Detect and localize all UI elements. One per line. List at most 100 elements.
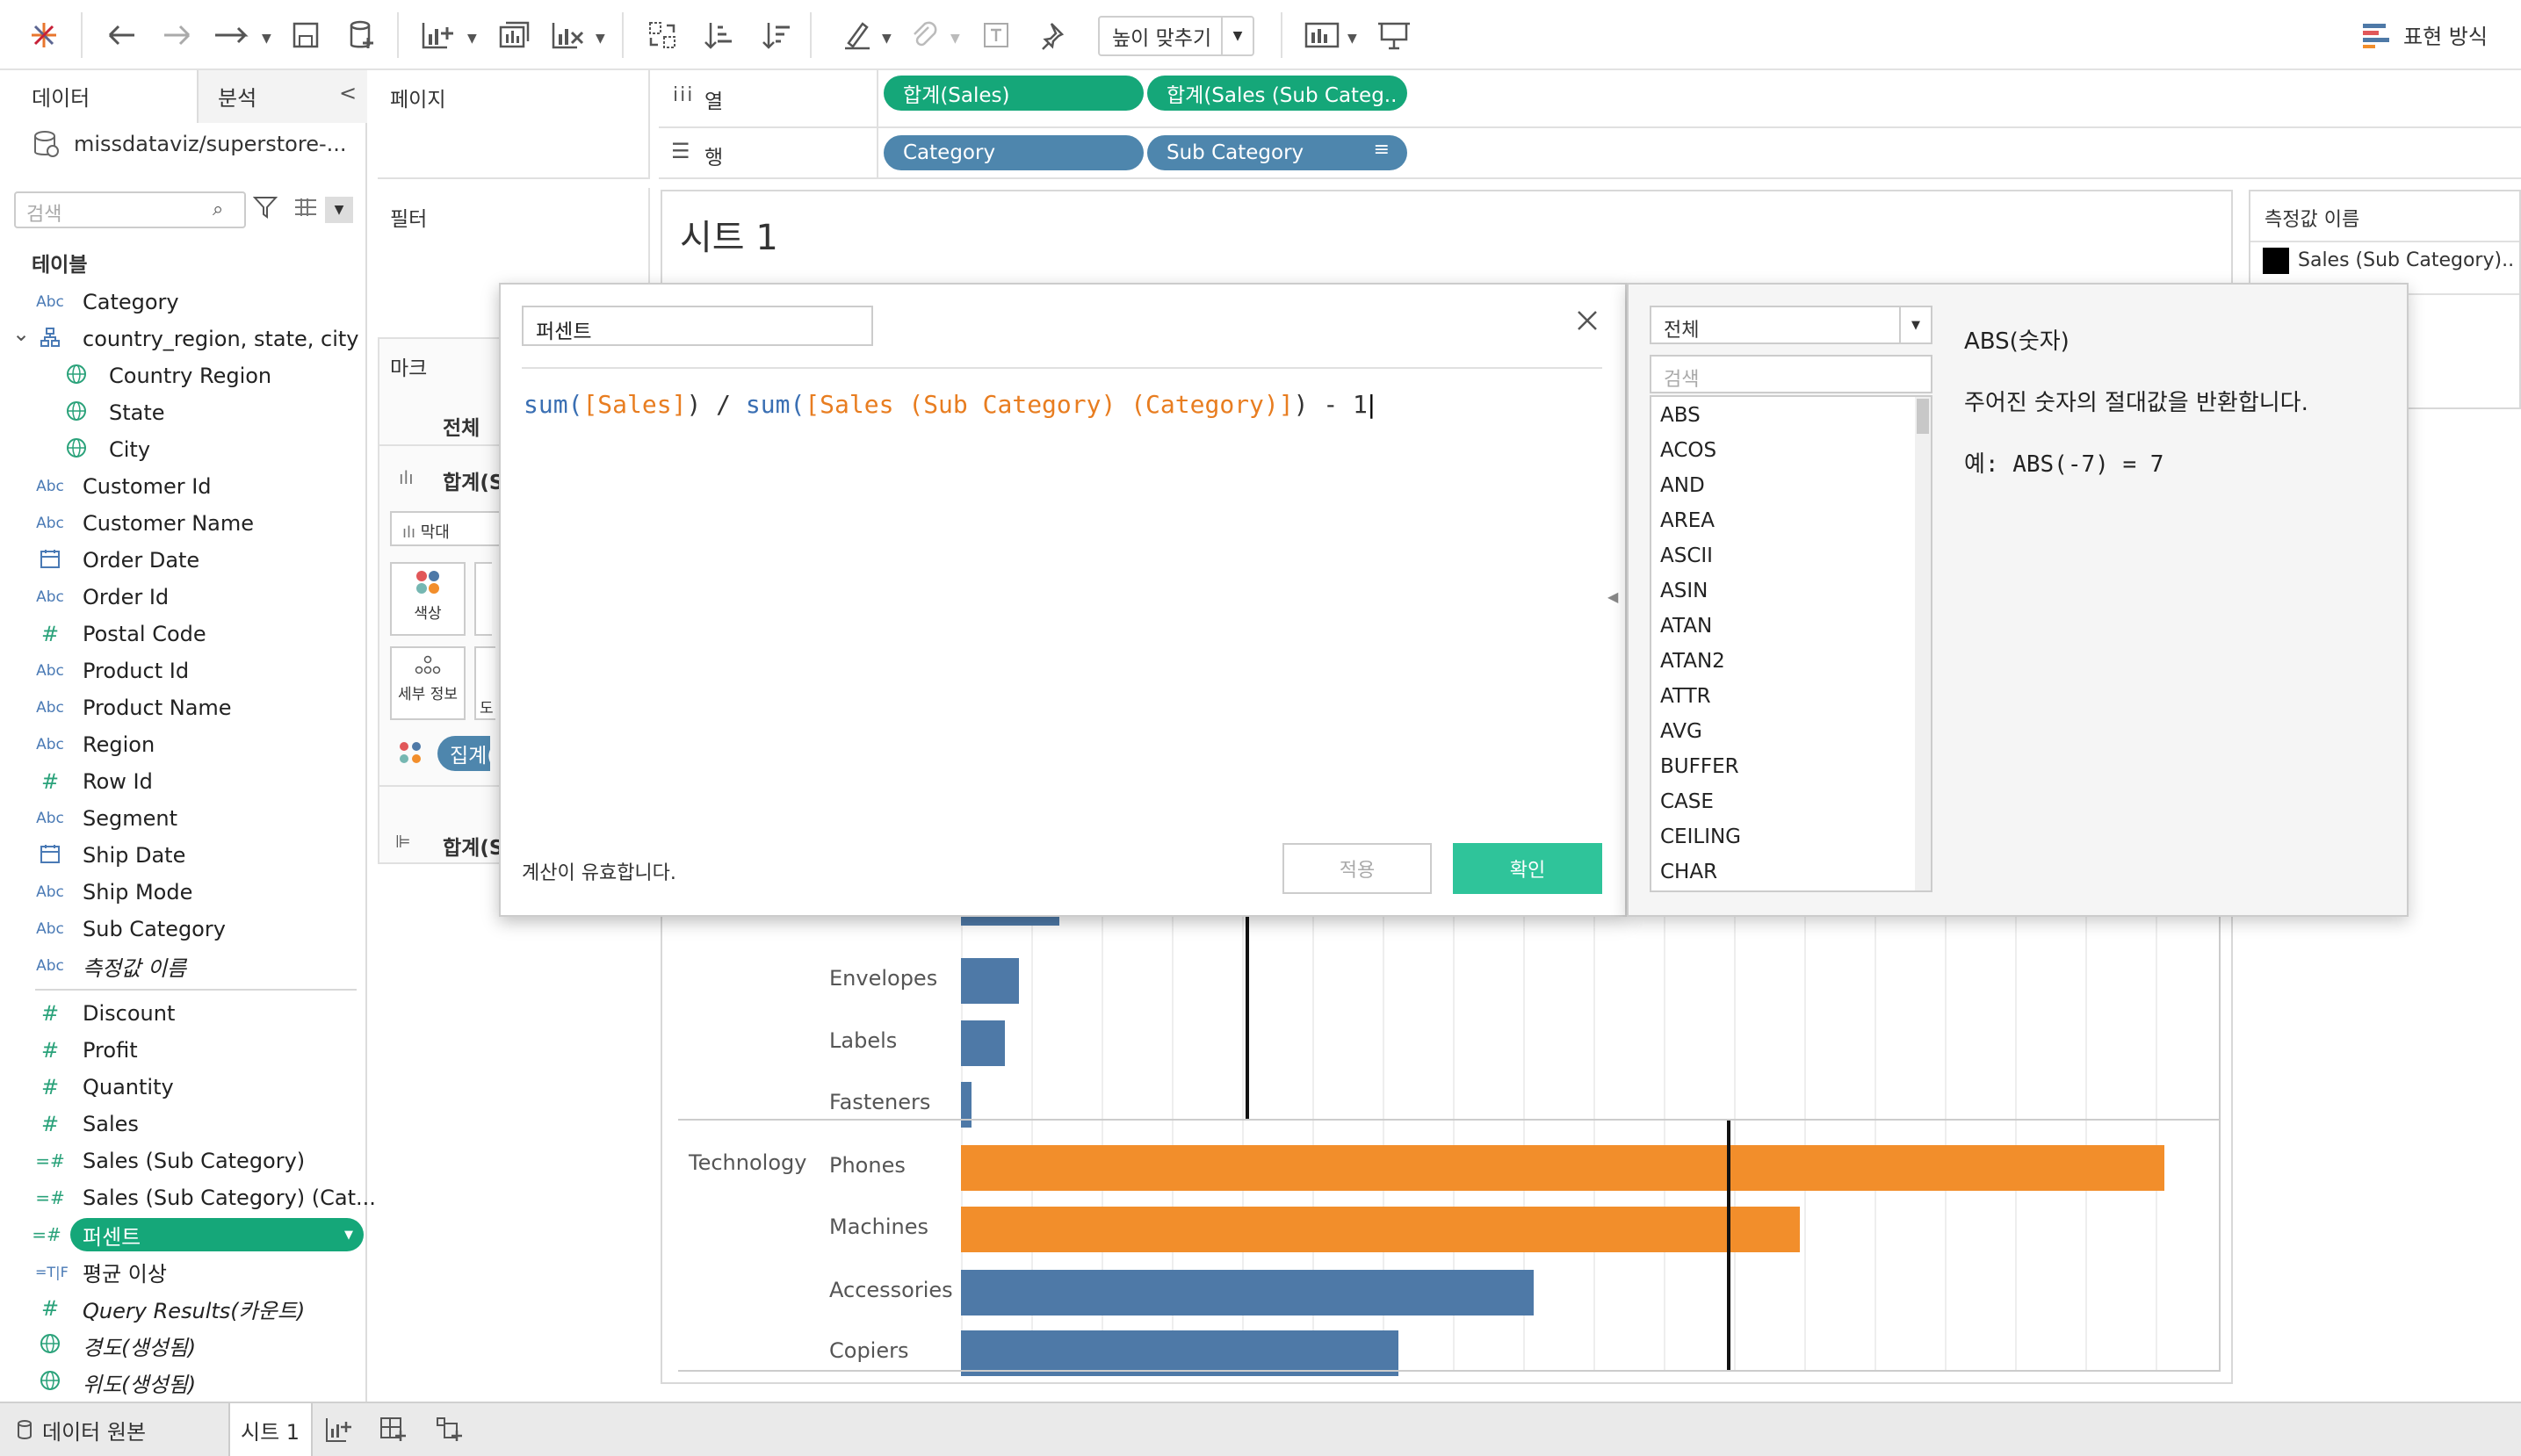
group-members-icon[interactable]	[905, 16, 943, 54]
field-item[interactable]: ⌄ country_region, state, city	[0, 321, 367, 357]
chevron-down-icon[interactable]: ▼	[882, 32, 892, 46]
field-item[interactable]: Abc Segment	[0, 801, 367, 836]
clear-sheet-icon[interactable]	[546, 16, 590, 54]
new-worksheet-icon[interactable]	[416, 16, 460, 54]
detail-button[interactable]: 세부 정보	[390, 646, 466, 720]
field-item[interactable]: Order Date	[0, 543, 367, 578]
new-dashboard-icon[interactable]	[379, 1403, 406, 1456]
column-pill-sales-sub[interactable]: 합계(Sales (Sub Categ..	[1147, 76, 1407, 111]
row-pill-subcategory[interactable]: Sub Category ≡	[1147, 135, 1407, 170]
marks-all-tab[interactable]: 전체	[443, 411, 480, 441]
function-item[interactable]: ATAN	[1660, 615, 1712, 638]
present-mode-icon[interactable]	[1372, 16, 1416, 54]
field-item[interactable]: =# 퍼센트 ▼	[32, 1218, 364, 1251]
field-item[interactable]: Abc Sub Category	[0, 912, 367, 947]
swap-icon[interactable]	[211, 16, 255, 54]
function-item[interactable]: AREA	[1660, 509, 1715, 532]
field-item[interactable]: Abc Category	[0, 285, 367, 320]
reference-line[interactable]	[1727, 1121, 1730, 1370]
presentation-view-icon[interactable]	[1300, 16, 1344, 54]
function-item[interactable]: ASCII	[1660, 544, 1713, 567]
datasource-name[interactable]: missdataviz/superstore-...	[74, 132, 347, 156]
color-button[interactable]: 색상	[390, 562, 466, 636]
chevron-down-icon[interactable]: ▼	[325, 197, 353, 223]
tab-analysis[interactable]: 분석	[218, 81, 256, 112]
bar[interactable]	[961, 958, 1019, 1004]
field-item[interactable]: Abc Ship Mode	[0, 875, 367, 910]
bar[interactable]	[961, 1145, 2164, 1191]
field-item[interactable]: # Discount	[0, 996, 367, 1031]
ok-button[interactable]: 확인	[1453, 843, 1602, 894]
field-item[interactable]: # Profit	[0, 1033, 367, 1068]
reference-line[interactable]	[1246, 917, 1249, 1119]
function-search-input[interactable]: 검색	[1650, 355, 1932, 393]
row-pill-category[interactable]: Category	[884, 135, 1144, 170]
column-pill-sales[interactable]: 합계(Sales)	[884, 76, 1144, 111]
legend-item[interactable]: Sales (Sub Category)..	[2298, 249, 2514, 271]
function-list-scrollbar[interactable]	[1915, 397, 1931, 890]
bar[interactable]	[961, 1207, 1800, 1252]
field-item[interactable]: 위도(생성됨)	[0, 1365, 367, 1400]
save-icon[interactable]	[286, 16, 325, 54]
field-item[interactable]: =# Sales (Sub Category)	[0, 1143, 367, 1178]
function-item[interactable]: CASE	[1660, 790, 1714, 813]
function-category-select[interactable]: 전체 ▼	[1650, 306, 1932, 344]
function-item[interactable]: ASIN	[1660, 580, 1708, 602]
function-item[interactable]: AVG	[1660, 720, 1702, 743]
size-button[interactable]	[474, 562, 492, 636]
function-item[interactable]: ABS	[1660, 404, 1701, 427]
fit-dropdown[interactable]: 높이 맞추기 ▼	[1098, 16, 1254, 56]
chevron-down-icon[interactable]: ▼	[262, 32, 271, 46]
expand-arrow-icon[interactable]: ◀	[1607, 588, 1618, 605]
field-item[interactable]: 경도(생성됨)	[0, 1328, 367, 1363]
datasource-tab[interactable]: 데이터 원본	[16, 1403, 146, 1456]
chevron-down-icon[interactable]: ▼	[344, 1229, 353, 1242]
show-mark-labels-icon[interactable]	[977, 16, 1015, 54]
chevron-down-icon[interactable]: ▼	[1347, 32, 1357, 46]
function-item[interactable]: AND	[1660, 474, 1705, 497]
sort-descending-icon[interactable]	[757, 16, 796, 54]
highlight-icon[interactable]	[838, 16, 877, 54]
formula-editor[interactable]: sum([Sales]) / sum([Sales (Sub Category)…	[524, 390, 1379, 419]
calculation-name-input[interactable]: 퍼센트	[522, 306, 873, 346]
field-item[interactable]: Abc Customer Id	[0, 469, 367, 504]
function-item[interactable]: CHAR	[1660, 861, 1717, 883]
field-item[interactable]: =# Sales (Sub Category) (Cat...	[0, 1180, 376, 1215]
close-icon[interactable]	[1576, 309, 1599, 337]
marks-sum-tab-2[interactable]: 합계(S	[443, 831, 503, 861]
bar[interactable]	[961, 1082, 972, 1128]
swap-rows-columns-icon[interactable]	[643, 16, 682, 54]
rows-shelf[interactable]: ☰ 행 Category Sub Category ≡	[659, 128, 2521, 179]
field-item[interactable]: # Query Results(카운트)	[0, 1291, 367, 1326]
pin-icon[interactable]	[1033, 16, 1072, 54]
field-item[interactable]: City	[0, 432, 367, 467]
tableau-logo-icon[interactable]	[25, 16, 63, 54]
tab-data[interactable]: 데이터	[32, 81, 90, 112]
new-datasource-icon[interactable]	[343, 16, 381, 54]
sheet-title[interactable]: 시트 1	[680, 209, 778, 260]
filter-icon[interactable]	[252, 195, 278, 225]
new-worksheet-icon[interactable]	[325, 1403, 351, 1456]
field-item[interactable]: State	[0, 395, 367, 430]
bar[interactable]	[961, 1020, 1005, 1066]
columns-shelf[interactable]: iii 열 합계(Sales) 합계(Sales (Sub Categ..	[659, 70, 2521, 128]
field-item[interactable]: # Sales	[0, 1106, 367, 1142]
sheet-tab[interactable]: 시트 1	[241, 1403, 300, 1456]
apply-button[interactable]: 적용	[1282, 843, 1432, 894]
show-me-button[interactable]: 표현 방식	[2363, 19, 2488, 50]
chevron-down-icon[interactable]: ▼	[467, 32, 477, 46]
field-item[interactable]: # Row Id	[0, 764, 367, 799]
pages-shelf[interactable]: 페이지	[378, 70, 650, 179]
collapse-pane-icon[interactable]: <	[339, 81, 357, 105]
sort-ascending-icon[interactable]	[699, 16, 738, 54]
agg-color-pill[interactable]: 집계(	[437, 736, 490, 771]
field-item[interactable]: Abc 측정값 이름	[0, 948, 367, 984]
function-item[interactable]: ATAN2	[1660, 650, 1725, 673]
marks-sum-tab[interactable]: 합계(S	[443, 465, 503, 495]
bar[interactable]	[961, 917, 1059, 926]
duplicate-sheet-icon[interactable]	[492, 16, 536, 54]
sort-descending-icon[interactable]: ≡	[1374, 139, 1390, 161]
field-item[interactable]: Abc Customer Name	[0, 506, 367, 541]
function-item[interactable]: CEILING	[1660, 825, 1741, 848]
field-item[interactable]: Abc Product Id	[0, 653, 367, 688]
